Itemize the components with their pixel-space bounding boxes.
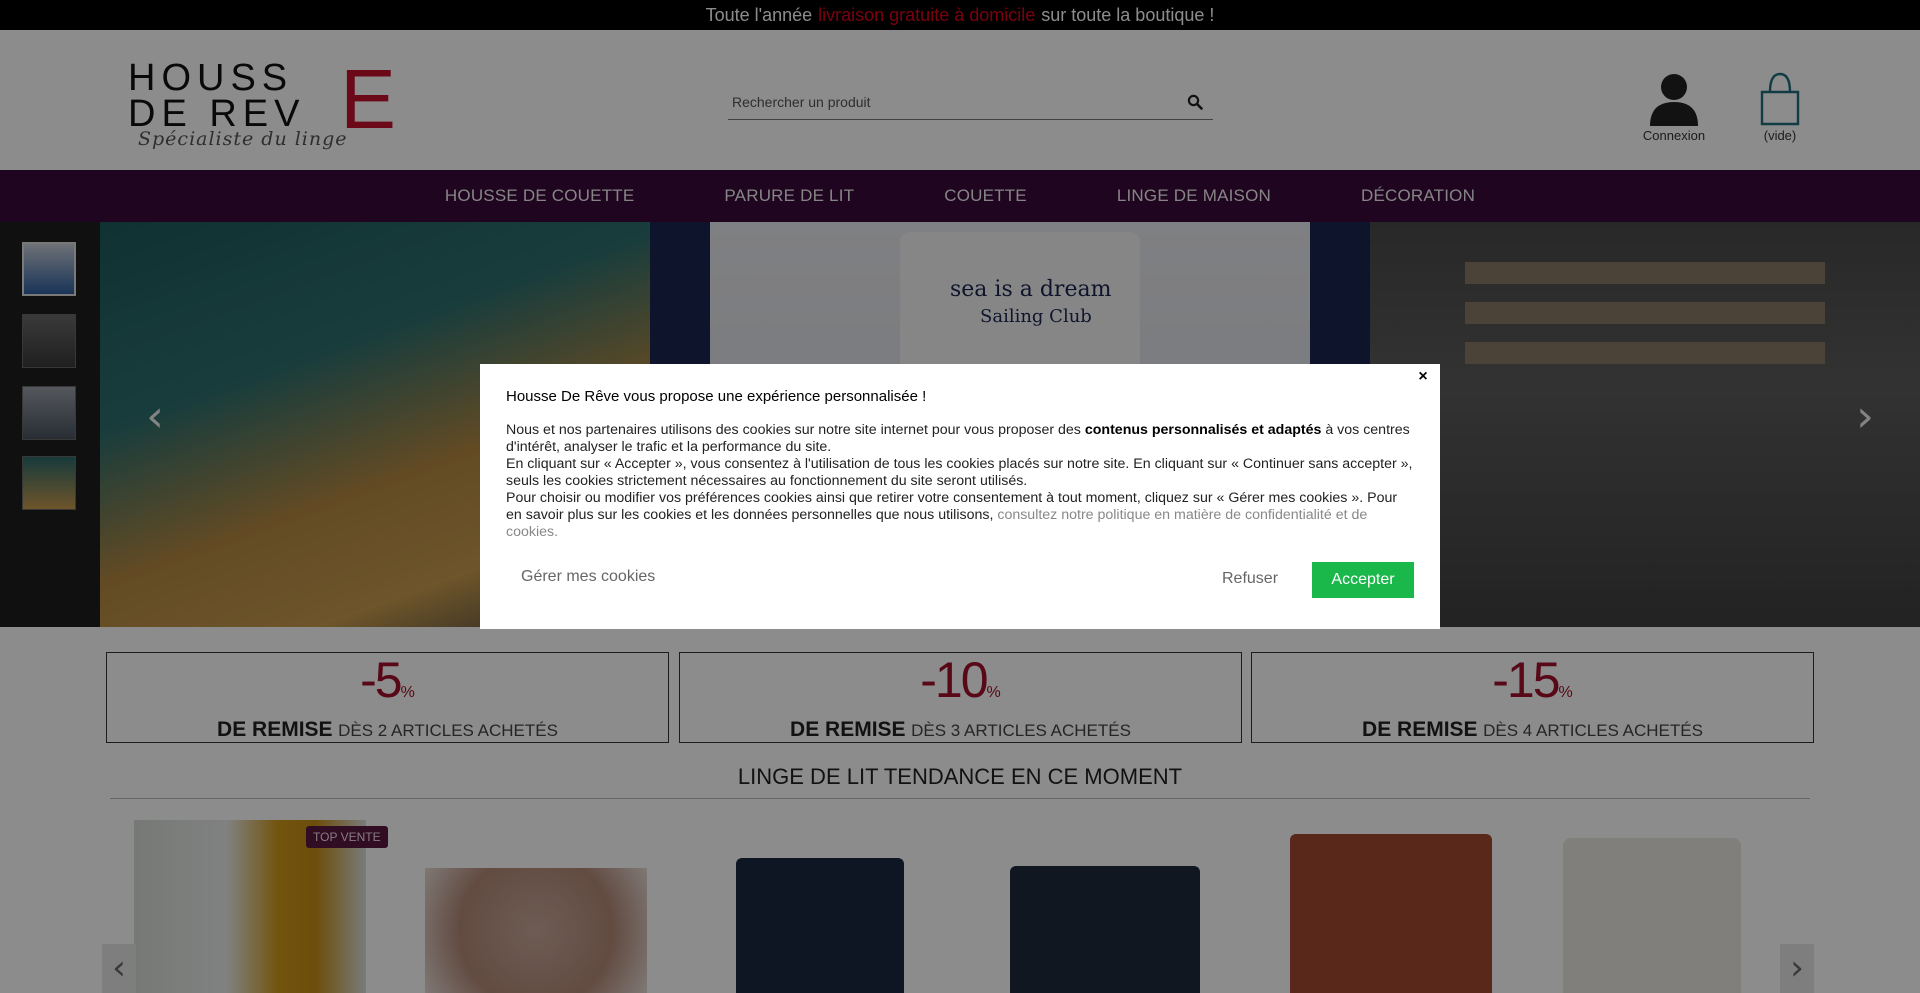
refuse-button[interactable]: Refuser (1222, 570, 1278, 588)
cookie-consent-modal: × Housse De Rêve vous propose une expéri… (480, 364, 1440, 629)
cookie-paragraph-3: Pour choisir ou modifier vos préférences… (506, 490, 1398, 540)
accept-button[interactable]: Accepter (1312, 562, 1414, 598)
manage-cookies-button[interactable]: Gérer mes cookies (521, 568, 655, 586)
cookie-paragraph-2: En cliquant sur « Accepter », vous conse… (506, 456, 1413, 489)
cookie-modal-title: Housse De Rêve vous propose une expérien… (506, 388, 927, 405)
cookie-modal-body: Nous et nos partenaires utilisons des co… (506, 422, 1416, 541)
cookie-paragraph-1: Nous et nos partenaires utilisons des co… (506, 422, 1410, 455)
close-icon[interactable]: × (1414, 368, 1432, 386)
